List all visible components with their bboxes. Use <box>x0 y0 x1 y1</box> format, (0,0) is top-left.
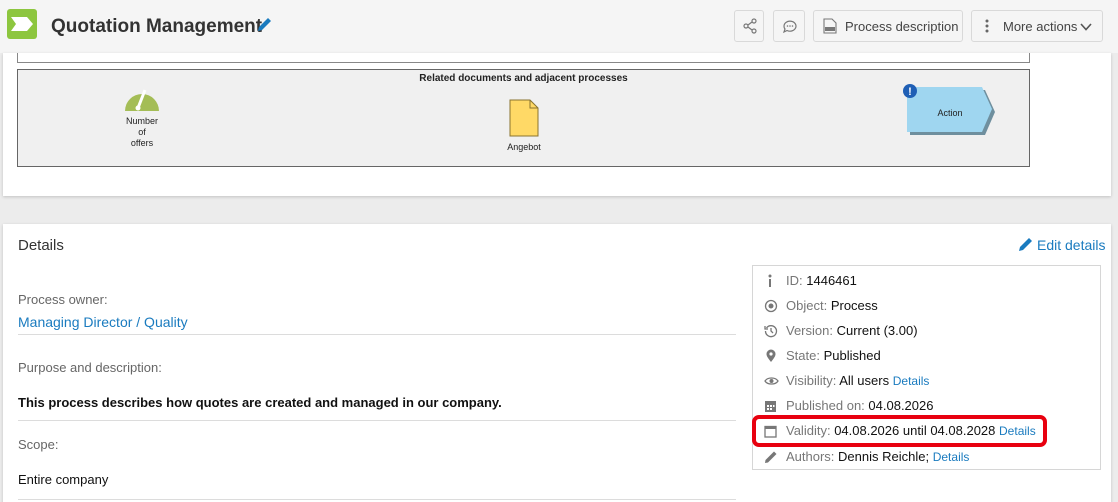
gauge-kpi-icon[interactable] <box>124 83 160 113</box>
divider <box>18 420 736 421</box>
visibility-details-link[interactable]: Details <box>893 374 930 388</box>
document-icon[interactable] <box>509 99 539 137</box>
vertical-dots-icon <box>985 19 989 33</box>
pencil-icon <box>1019 238 1032 251</box>
eye-icon <box>764 377 779 385</box>
authors-details-link[interactable]: Details <box>933 450 970 464</box>
purpose-text: This process describes how quotes are cr… <box>18 395 502 410</box>
validity-highlight-box <box>752 415 1047 447</box>
scope-text: Entire company <box>18 472 109 487</box>
process-description-button[interactable]: Process description <box>813 10 963 42</box>
purpose-label: Purpose and description: <box>18 360 162 375</box>
details-heading: Details <box>18 237 64 254</box>
process-owner-label: Process owner: <box>18 292 108 307</box>
divider <box>18 499 736 500</box>
kpi-label: Number of offers <box>125 116 158 148</box>
calendar-grid-icon <box>765 401 776 412</box>
more-actions-button[interactable]: More actions <box>971 10 1103 42</box>
scope-label: Scope: <box>18 437 59 452</box>
share-button[interactable] <box>734 10 764 42</box>
upper-lane-bottom <box>17 53 1030 63</box>
history-icon <box>764 325 778 338</box>
target-circle-icon <box>764 299 778 313</box>
action-label: Action <box>937 108 963 118</box>
comment-icon <box>782 20 797 34</box>
app-logo-icon <box>7 9 37 39</box>
comment-button[interactable] <box>773 10 805 42</box>
divider <box>18 334 736 335</box>
related-documents-lane: Related documents and adjacent processes… <box>17 69 1030 167</box>
location-pin-icon <box>766 349 776 362</box>
process-diagram-panel: Related documents and adjacent processes… <box>3 53 1111 196</box>
app-header: Quotation Management Process description… <box>0 0 1118 53</box>
pdf-icon <box>823 18 837 34</box>
pencil-icon <box>765 451 777 463</box>
share-icon <box>743 18 757 34</box>
info-icon <box>768 274 772 287</box>
document-label: Angebot <box>507 142 541 152</box>
process-owner-link[interactable]: Managing Director / Quality <box>18 314 188 330</box>
svg-text:!: ! <box>908 86 912 98</box>
page-title: Quotation Management <box>51 16 263 37</box>
chevron-down-icon <box>1080 23 1092 31</box>
lane-title: Related documents and adjacent processes <box>419 73 628 84</box>
details-panel: Details Edit details Process owner: Mana… <box>3 224 1111 502</box>
edit-title-pencil-icon[interactable] <box>257 16 273 37</box>
